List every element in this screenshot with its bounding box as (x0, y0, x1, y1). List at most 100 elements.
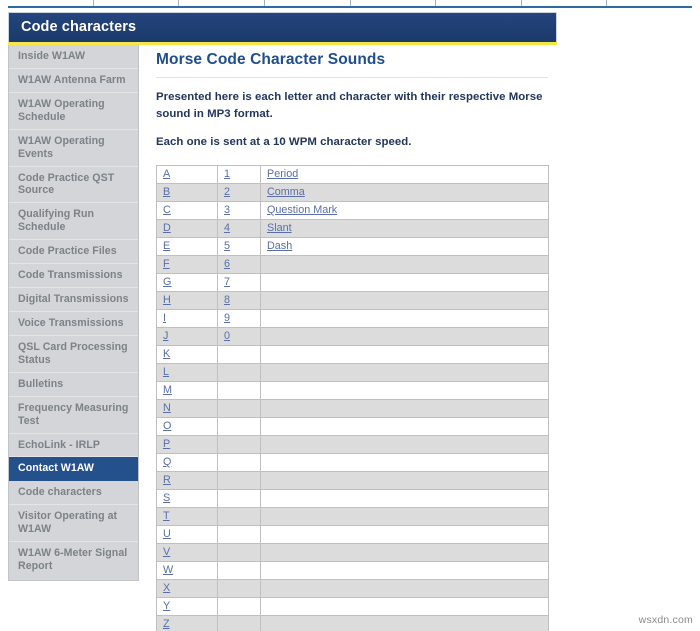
table-cell-number: 4 (217, 218, 261, 238)
morse-sound-link[interactable]: Z (163, 618, 170, 630)
table-row: W (156, 560, 549, 580)
sidebar-item-w1aw-operating-events[interactable]: W1AW Operating Events (9, 130, 138, 167)
morse-sound-link[interactable]: A (163, 168, 170, 180)
page-root: Code characters Inside W1AW W1AW Antenna … (0, 0, 700, 631)
morse-sound-link[interactable]: 3 (224, 204, 230, 216)
morse-sound-link[interactable]: H (163, 294, 171, 306)
morse-sound-link[interactable]: 0 (224, 330, 230, 342)
table-cell-symbol: Period (260, 164, 549, 184)
table-cell-symbol: Dash (260, 236, 549, 256)
sidebar-item-echolink-irlp[interactable]: EchoLink - IRLP (9, 434, 138, 458)
morse-sound-link[interactable]: I (163, 312, 166, 324)
top-nav-cell[interactable] (522, 0, 608, 6)
morse-sound-link[interactable]: Q (163, 456, 171, 468)
morse-sound-link[interactable]: T (163, 510, 170, 522)
morse-sound-link[interactable]: 5 (224, 240, 230, 252)
morse-sound-link[interactable]: 8 (224, 294, 230, 306)
table-cell-symbol (260, 362, 549, 382)
top-nav-cell[interactable] (265, 0, 351, 6)
morse-sound-link[interactable]: K (163, 348, 170, 360)
sidebar-item-w1aw-antenna-farm[interactable]: W1AW Antenna Farm (9, 69, 138, 93)
morse-sound-link[interactable]: V (163, 546, 170, 558)
morse-sound-link[interactable]: Period (267, 168, 298, 180)
table-cell-symbol (260, 524, 549, 544)
table-cell-letter: G (156, 272, 218, 292)
sidebar-item-qsl-card-processing-status[interactable]: QSL Card Processing Status (9, 336, 138, 373)
table-row: Y (156, 596, 549, 616)
morse-sound-link[interactable]: 7 (224, 276, 230, 288)
sidebar-item-voice-transmissions[interactable]: Voice Transmissions (9, 312, 138, 336)
table-row: R (156, 470, 549, 490)
morse-sound-link[interactable]: 9 (224, 312, 230, 324)
table-cell-letter: L (156, 362, 218, 382)
sidebar-item-w1aw-operating-schedule[interactable]: W1AW Operating Schedule (9, 93, 138, 130)
morse-sound-link[interactable]: 2 (224, 186, 230, 198)
table-cell-symbol (260, 326, 549, 346)
morse-sound-link[interactable]: S (163, 492, 170, 504)
morse-sound-link[interactable]: 4 (224, 222, 230, 234)
morse-sound-link[interactable]: 1 (224, 168, 230, 180)
table-cell-number (217, 488, 261, 508)
top-nav-cell[interactable] (8, 0, 94, 6)
top-nav-cell[interactable] (436, 0, 522, 6)
table-cell-symbol (260, 308, 549, 328)
sidebar-item-code-practice-qst-source[interactable]: Code Practice QST Source (9, 167, 138, 204)
sidebar-item-code-characters[interactable]: Code characters (9, 481, 138, 506)
morse-sound-link[interactable]: O (163, 420, 171, 432)
morse-sound-link[interactable]: X (163, 582, 170, 594)
sidebar-item-visitor-operating-at-w1aw[interactable]: Visitor Operating at W1AW (9, 505, 138, 543)
table-row: D 4 Slant (156, 218, 549, 238)
sidebar-item-digital-transmissions[interactable]: Digital Transmissions (9, 288, 138, 312)
sidebar-item-code-transmissions[interactable]: Code Transmissions (9, 264, 138, 289)
morse-sound-link[interactable]: L (163, 366, 169, 378)
table-row: J0 (156, 326, 549, 346)
morse-sound-link[interactable]: N (163, 402, 171, 414)
morse-sound-link[interactable]: M (163, 384, 172, 396)
morse-sound-link[interactable]: U (163, 528, 171, 540)
top-nav-cell[interactable] (351, 0, 437, 6)
morse-sound-link[interactable]: E (163, 240, 170, 252)
sidebar-item-contact-w1aw[interactable]: Contact W1AW (9, 457, 138, 482)
intro-paragraph-1: Presented here is each letter and charac… (156, 91, 543, 120)
morse-sound-link[interactable]: B (163, 186, 170, 198)
top-nav-cell[interactable] (179, 0, 265, 6)
table-cell-number (217, 470, 261, 490)
sidebar-item-frequency-measuring-test[interactable]: Frequency Measuring Test (9, 397, 138, 434)
table-cell-number (217, 398, 261, 418)
table-cell-letter: V (156, 542, 218, 562)
table-cell-letter: U (156, 524, 218, 544)
morse-sound-link[interactable]: C (163, 204, 171, 216)
table-cell-symbol (260, 380, 549, 400)
morse-sound-link[interactable]: Dash (267, 240, 292, 252)
morse-sound-link[interactable]: D (163, 222, 171, 234)
table-cell-symbol (260, 596, 549, 616)
table-row: K (156, 344, 549, 364)
table-cell-symbol (260, 614, 549, 631)
morse-sound-link[interactable]: J (163, 330, 168, 342)
sidebar-item-code-practice-files[interactable]: Code Practice Files (9, 240, 138, 265)
table-row: C 3 Question Mark (156, 200, 549, 220)
morse-sound-link[interactable]: Question Mark (267, 204, 337, 216)
morse-sound-link[interactable]: Comma (267, 186, 305, 198)
table-cell-letter: I (156, 308, 218, 328)
sidebar-item-bulletins[interactable]: Bulletins (9, 373, 138, 397)
top-navigation-inner (8, 0, 692, 8)
morse-sound-link[interactable]: W (163, 564, 173, 576)
morse-sound-link[interactable]: P (163, 438, 170, 450)
morse-sound-link[interactable]: 6 (224, 258, 230, 270)
morse-sound-link[interactable]: Slant (267, 222, 292, 234)
table-cell-letter: J (156, 326, 218, 346)
table-row: M (156, 380, 549, 400)
morse-sound-link[interactable]: G (163, 276, 171, 288)
sidebar-item-qualifying-run-schedule[interactable]: Qualifying Run Schedule (9, 203, 138, 241)
morse-sound-link[interactable]: R (163, 474, 171, 486)
sidebar-item-w1aw-6-meter-signal-report[interactable]: W1AW 6-Meter Signal Report (9, 542, 138, 578)
top-nav-cell[interactable] (94, 0, 180, 6)
table-cell-number (217, 434, 261, 454)
morse-sound-link[interactable]: F (163, 258, 170, 270)
morse-sound-link[interactable]: Y (163, 600, 170, 612)
table-cell-letter: C (156, 200, 218, 220)
content-heading: Morse Code Character Sounds (156, 51, 548, 78)
sidebar-item-inside-w1aw[interactable]: Inside W1AW (9, 45, 138, 69)
top-nav-cell[interactable] (607, 0, 692, 6)
